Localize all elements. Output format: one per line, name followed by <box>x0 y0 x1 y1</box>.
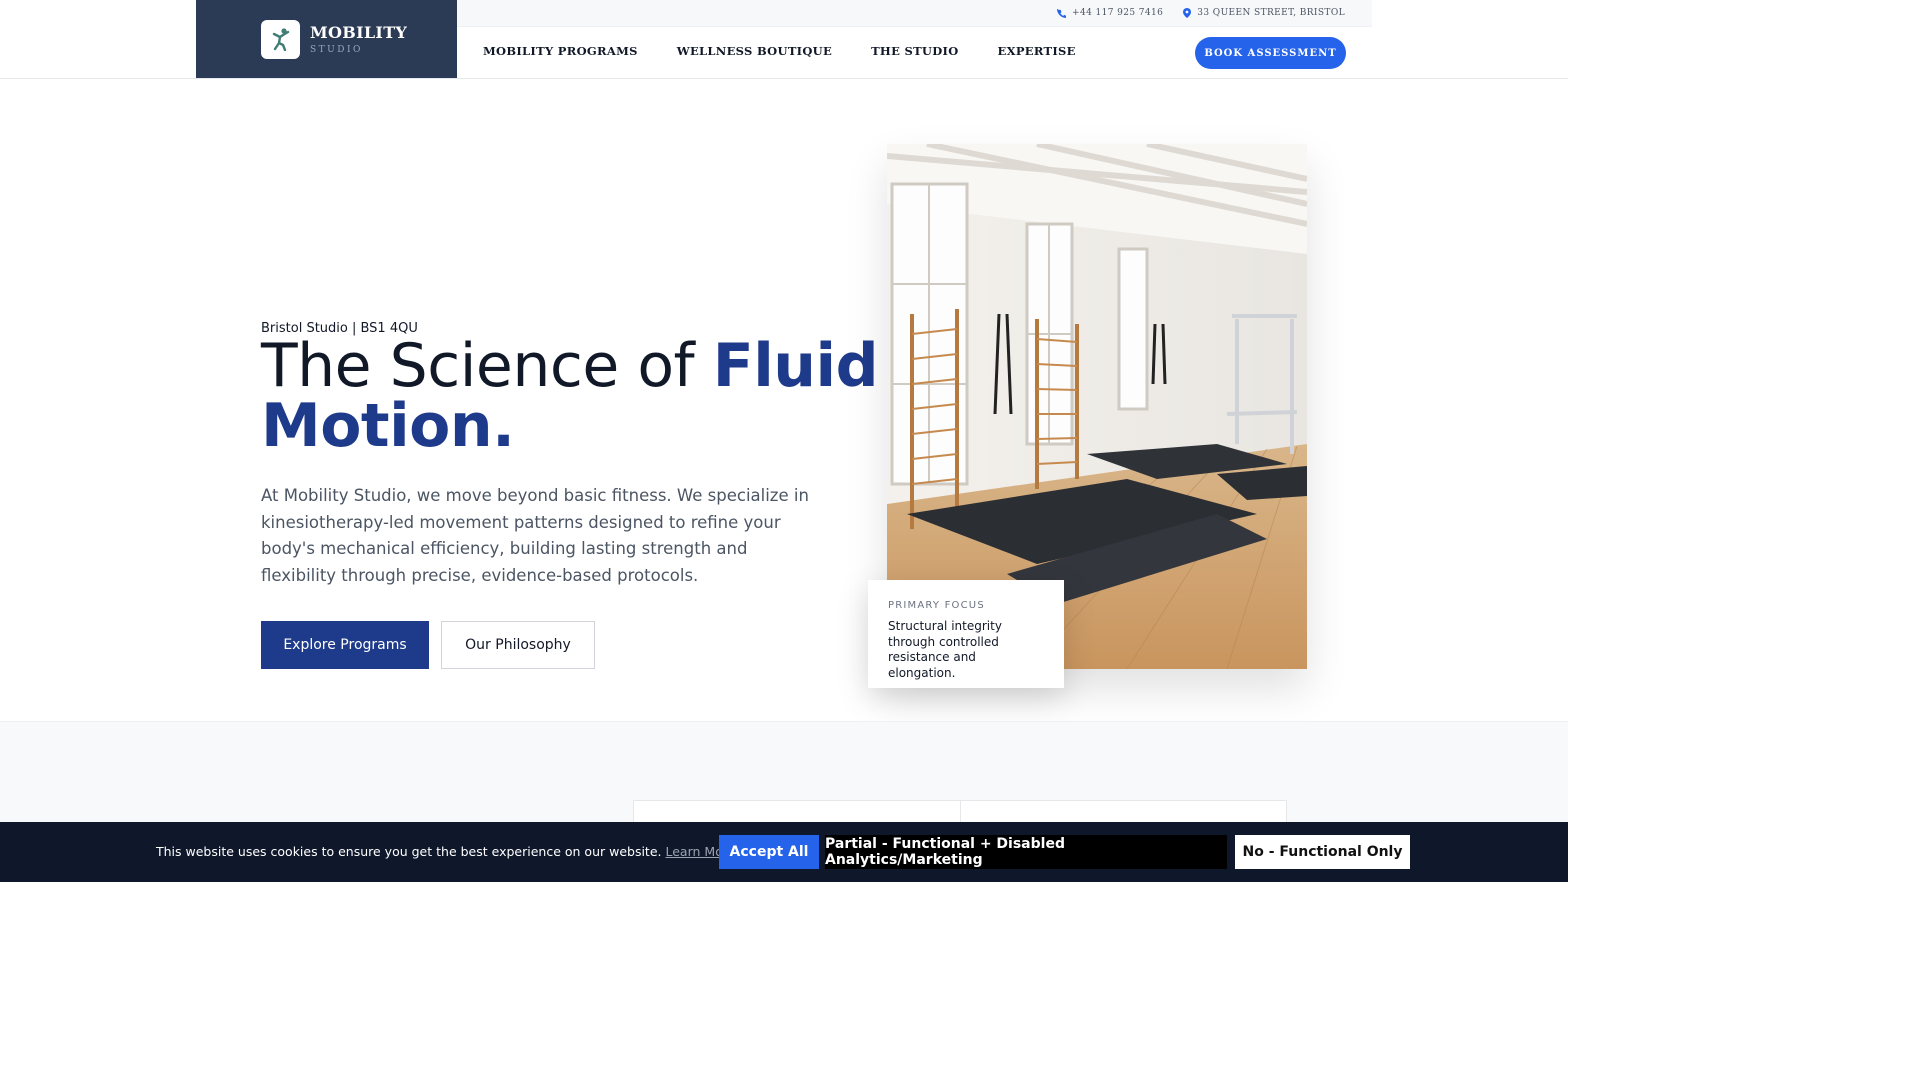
book-assessment-button[interactable]: BOOK ASSESSMENT <box>1195 37 1346 69</box>
brand-subtitle: STUDIO <box>310 44 363 55</box>
brand-block[interactable]: MOBILITY STUDIO <box>196 0 457 78</box>
address-contact[interactable]: 33 QUEEN STREET, BRISTOL <box>1183 8 1345 18</box>
address-text: 33 QUEEN STREET, BRISTOL <box>1197 8 1345 18</box>
figure-stretch-icon <box>261 19 300 59</box>
cookie-banner: This website uses cookies to ensure you … <box>0 822 1568 882</box>
focus-label: PRIMARY FOCUS <box>888 600 985 611</box>
nav-the-studio[interactable]: THE STUDIO <box>871 44 958 58</box>
our-philosophy-button[interactable]: Our Philosophy <box>441 621 595 669</box>
nav-expertise[interactable]: EXPERTISE <box>998 44 1076 58</box>
map-pin-icon <box>1183 8 1192 18</box>
site-header: MOBILITY STUDIO +44 117 925 7416 33 QUEE… <box>0 0 1568 79</box>
primary-focus-card: PRIMARY FOCUS Structural integrity throu… <box>868 580 1064 688</box>
explore-programs-button[interactable]: Explore Programs <box>261 621 429 669</box>
phone-icon <box>1057 8 1067 18</box>
brand-name: MOBILITY <box>310 22 408 42</box>
contact-topbar: +44 117 925 7416 33 QUEEN STREET, BRISTO… <box>457 0 1372 27</box>
nav-wellness-boutique[interactable]: WELLNESS BOUTIQUE <box>677 44 832 58</box>
hero-title-bold-2: Motion. <box>261 391 515 461</box>
hero-title-bold-1: Fluid <box>712 331 879 401</box>
accept-all-button[interactable]: Accept All <box>719 835 819 869</box>
main-nav: MOBILITY PROGRAMS WELLNESS BOUTIQUE THE … <box>483 44 1115 58</box>
functional-only-button[interactable]: No - Functional Only <box>1235 835 1410 869</box>
nav-mobility-programs[interactable]: MOBILITY PROGRAMS <box>483 44 638 58</box>
phone-number: +44 117 925 7416 <box>1072 8 1164 18</box>
partial-cookies-button[interactable]: Partial - Functional + Disabled Analytic… <box>825 835 1227 869</box>
cookie-message-text: This website uses cookies to ensure you … <box>156 844 662 859</box>
hero-description: At Mobility Studio, we move beyond basic… <box>261 486 809 585</box>
phone-contact[interactable]: +44 117 925 7416 <box>1057 8 1163 18</box>
focus-text: Structural integrity through controlled … <box>888 619 1002 680</box>
hero-title: The Science of Fluid Motion. <box>261 336 881 456</box>
cookie-message: This website uses cookies to ensure you … <box>156 844 735 859</box>
